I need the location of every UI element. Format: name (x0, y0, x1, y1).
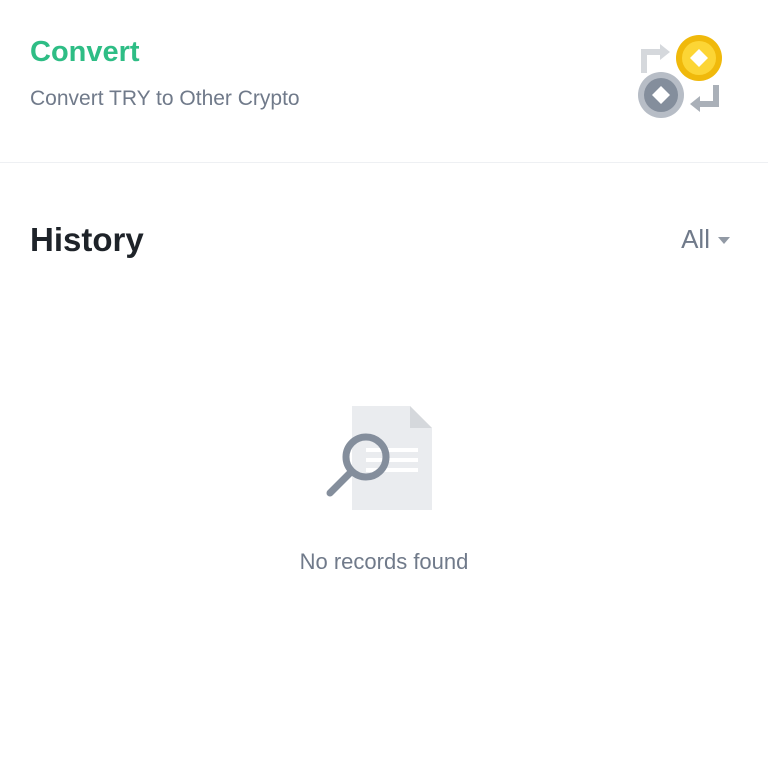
empty-state-message: No records found (299, 549, 469, 574)
convert-history-page: Convert Convert TRY to Other Crypto Hist… (0, 0, 768, 768)
caret-down-icon (718, 236, 730, 244)
convert-title: Convert (30, 36, 140, 68)
convert-subtitle: Convert TRY to Other Crypto (30, 87, 300, 110)
filter-selected-label: All (681, 224, 710, 254)
history-title: History (30, 221, 144, 258)
no-records-search-icon (326, 406, 432, 510)
coin-swap-icon (638, 35, 722, 118)
history-filter-dropdown[interactable]: All (681, 222, 730, 256)
convert-card[interactable]: Convert Convert TRY to Other Crypto (0, 0, 768, 163)
